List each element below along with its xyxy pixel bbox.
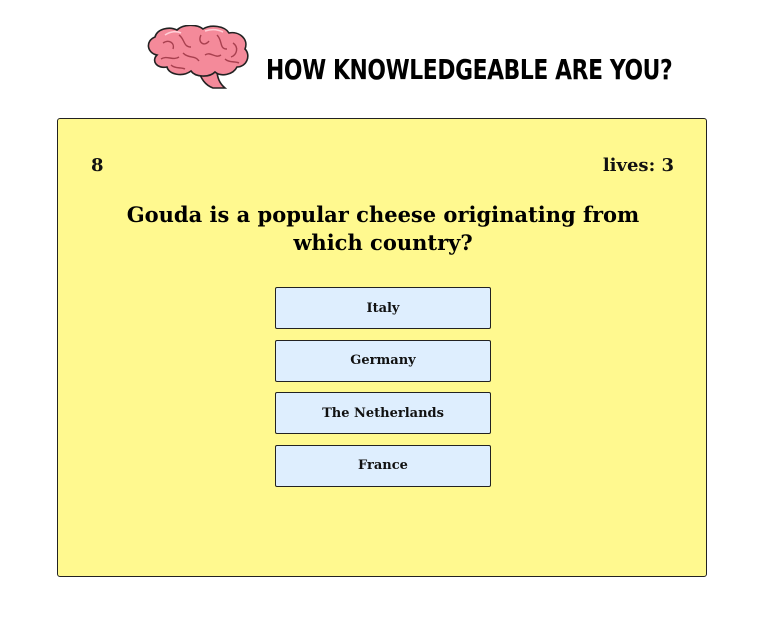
answer-list: Italy Germany The Netherlands France bbox=[275, 287, 491, 497]
quiz-card: 8 lives: 3 Gouda is a popular cheese ori… bbox=[57, 118, 707, 577]
answer-button-italy[interactable]: Italy bbox=[275, 287, 491, 329]
page-header: How knowledgeable are you? bbox=[0, 0, 759, 110]
brain-icon bbox=[147, 25, 249, 89]
app-title: How knowledgeable are you? bbox=[266, 53, 673, 86]
answer-button-germany[interactable]: Germany bbox=[275, 339, 491, 382]
question-text: Gouda is a popular cheese originating fr… bbox=[126, 202, 640, 255]
score-counter: 8 bbox=[91, 155, 104, 176]
answer-button-the-netherlands[interactable]: The Netherlands bbox=[275, 392, 491, 434]
lives-counter: lives: 3 bbox=[602, 155, 674, 176]
answer-button-france[interactable]: France bbox=[275, 444, 491, 487]
